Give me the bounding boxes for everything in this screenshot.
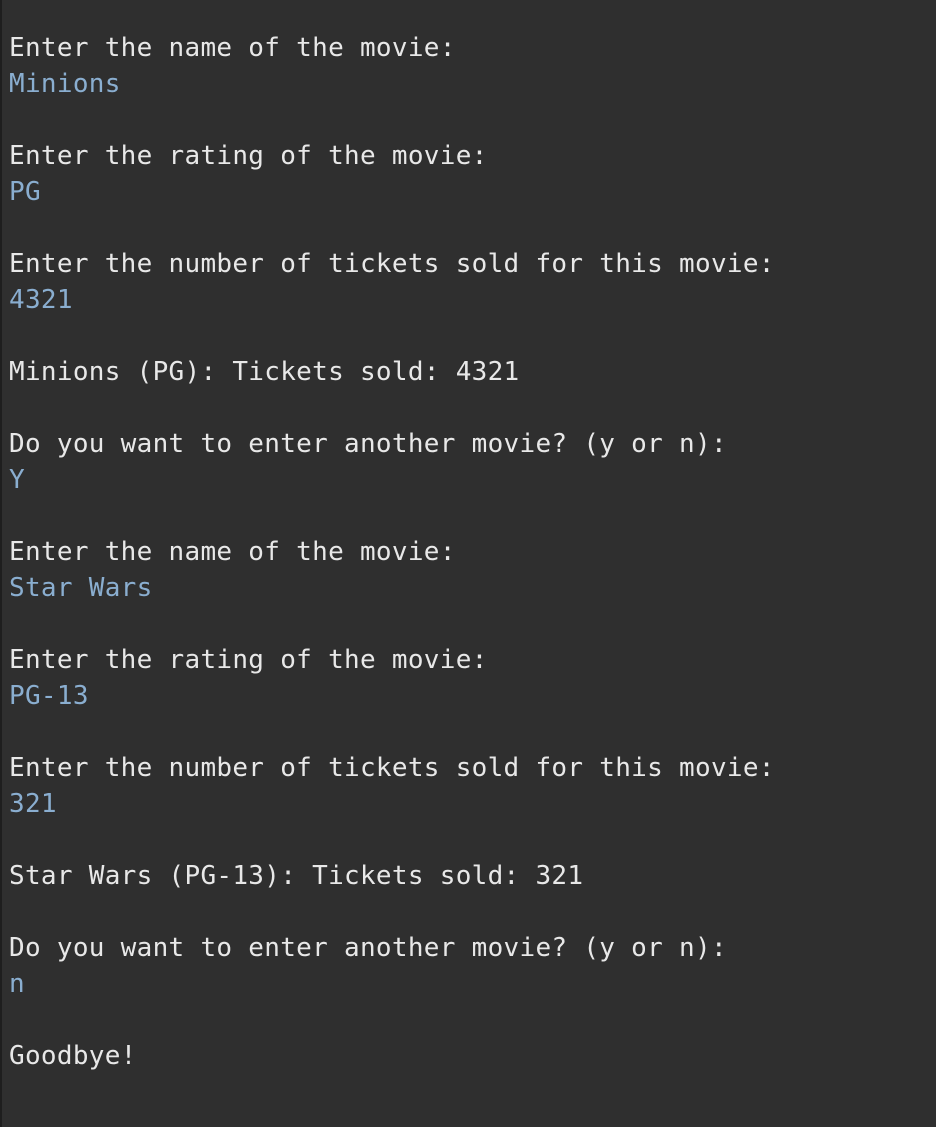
input-movie-rating: PG [9,177,41,207]
prompt-another-movie: Do you want to enter another movie? (y o… [9,429,727,459]
prompt-movie-name: Enter the name of the movie: [9,33,456,63]
input-tickets-sold: 4321 [9,285,73,315]
input-another-movie: n [9,969,25,999]
prompt-tickets-sold: Enter the number of tickets sold for thi… [9,753,775,783]
prompt-another-movie: Do you want to enter another movie? (y o… [9,933,727,963]
movie-summary: Star Wars (PG-13): Tickets sold: 321 [9,861,584,891]
movie-summary: Minions (PG): Tickets sold: 4321 [9,357,520,387]
console-output[interactable]: Enter the name of the movie: Minions Ent… [0,0,936,1127]
prompt-movie-rating: Enter the rating of the movie: [9,645,488,675]
prompt-tickets-sold: Enter the number of tickets sold for thi… [9,249,775,279]
input-movie-rating: PG-13 [9,681,89,711]
prompt-movie-rating: Enter the rating of the movie: [9,141,488,171]
goodbye-message: Goodbye! [9,1041,137,1071]
input-movie-name: Minions [9,69,121,99]
input-another-movie: Y [9,465,25,495]
prompt-movie-name: Enter the name of the movie: [9,537,456,567]
input-tickets-sold: 321 [9,789,57,819]
input-movie-name: Star Wars [9,573,153,603]
